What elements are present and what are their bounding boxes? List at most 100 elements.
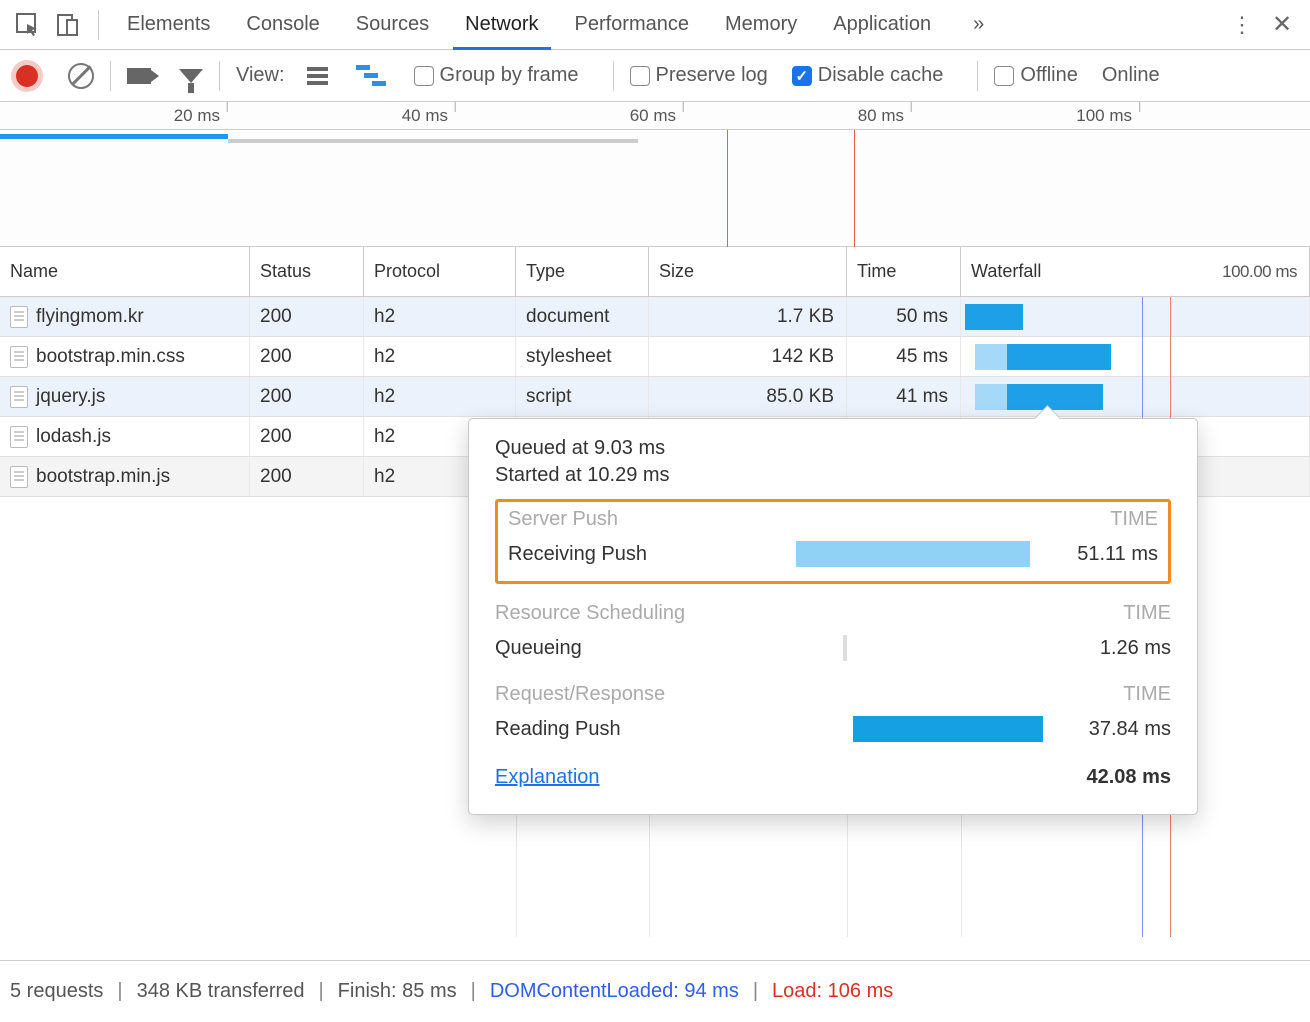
waterfall-view-icon[interactable] (356, 65, 386, 86)
screenshot-icon[interactable] (127, 68, 151, 84)
queueing-label: Queueing (495, 637, 695, 660)
cell-name: bootstrap.min.js (36, 466, 170, 488)
waterfall-bar (975, 384, 1007, 410)
col-waterfall[interactable]: Waterfall 100.00 ms (961, 247, 1310, 296)
cell-protocol: h2 (364, 337, 516, 376)
table-row[interactable]: bootstrap.min.css 200 h2 stylesheet 142 … (0, 337, 1310, 377)
col-size[interactable]: Size (649, 247, 847, 296)
reading-push-bar (853, 716, 1043, 742)
status-bar: 5 requests | 348 KB transferred | Finish… (0, 960, 1310, 1022)
separator (98, 10, 99, 40)
disable-cache-label: Disable cache (818, 64, 944, 87)
queueing-value: 1.26 ms (1051, 637, 1171, 660)
offline-checkbox[interactable]: Offline (994, 64, 1077, 87)
tick: 40 ms (402, 106, 456, 126)
separator (110, 61, 111, 91)
offline-label: Offline (1020, 64, 1077, 87)
table-row[interactable]: flyingmom.kr 200 h2 document 1.7 KB 50 m… (0, 297, 1310, 337)
cell-protocol: h2 (364, 297, 516, 336)
status-requests: 5 requests (10, 980, 103, 1003)
tab-performance[interactable]: Performance (557, 0, 708, 49)
waterfall-bar (975, 344, 1007, 370)
separator (977, 61, 978, 91)
file-icon (10, 466, 28, 488)
cell-name: flyingmom.kr (36, 306, 144, 328)
group-by-frame-checkbox[interactable]: Group by frame (414, 64, 579, 87)
reading-push-value: 37.84 ms (1051, 718, 1171, 741)
tab-memory[interactable]: Memory (707, 0, 815, 49)
tab-sources[interactable]: Sources (338, 0, 447, 49)
cell-size: 1.7 KB (649, 297, 847, 336)
file-icon (10, 386, 28, 408)
overview-activity-bar (0, 134, 228, 139)
online-label[interactable]: Online (1102, 64, 1160, 87)
network-toolbar: View: Group by frame Preserve log Disabl… (0, 50, 1310, 102)
queued-at: Queued at 9.03 ms (495, 437, 1171, 460)
tick: 100 ms (1076, 106, 1140, 126)
tab-console[interactable]: Console (228, 0, 337, 49)
cell-waterfall (961, 337, 1310, 376)
time-header: TIME (1110, 508, 1158, 531)
tab-network[interactable]: Network (447, 0, 556, 49)
devtools-tab-bar: Elements Console Sources Network Perform… (0, 0, 1310, 50)
dcl-marker (727, 130, 728, 247)
waterfall-bar (965, 304, 1023, 330)
tab-more[interactable]: » (955, 0, 1002, 49)
waterfall-max: 100.00 ms (1222, 262, 1297, 282)
clear-icon[interactable] (68, 63, 94, 89)
col-status[interactable]: Status (250, 247, 364, 296)
cell-type: script (516, 377, 649, 416)
col-waterfall-label: Waterfall (971, 261, 1041, 282)
load-marker (854, 130, 855, 247)
table-row[interactable]: jquery.js 200 h2 script 85.0 KB 41 ms (0, 377, 1310, 417)
overview-activity-bar (228, 139, 638, 143)
receiving-push-bar (796, 541, 1030, 567)
col-time[interactable]: Time (847, 247, 961, 296)
timing-popover: Queued at 9.03 ms Started at 10.29 ms Se… (468, 418, 1198, 815)
timeline-ruler: 20 ms 40 ms 60 ms 80 ms 100 ms (0, 102, 1310, 130)
cell-status: 200 (250, 457, 364, 496)
col-type[interactable]: Type (516, 247, 649, 296)
inspect-element-icon[interactable] (8, 5, 48, 45)
separator (219, 61, 220, 91)
group-by-frame-label: Group by frame (440, 64, 579, 87)
close-icon[interactable]: ✕ (1262, 5, 1302, 45)
status-finish: Finish: 85 ms (338, 980, 457, 1003)
device-toolbar-icon[interactable] (48, 5, 88, 45)
col-name[interactable]: Name (0, 247, 250, 296)
cell-time: 50 ms (847, 297, 961, 336)
tab-application[interactable]: Application (815, 0, 949, 49)
tab-elements[interactable]: Elements (109, 0, 228, 49)
waterfall-bar (1007, 384, 1103, 410)
large-rows-icon[interactable] (307, 67, 328, 85)
file-icon (10, 306, 28, 328)
cell-status: 200 (250, 417, 364, 456)
started-at: Started at 10.29 ms (495, 464, 1171, 487)
tick: 80 ms (858, 106, 912, 126)
overview-body (0, 130, 1310, 247)
status-transferred: 348 KB transferred (137, 980, 305, 1003)
tick: 60 ms (630, 106, 684, 126)
record-button[interactable] (16, 65, 38, 87)
preserve-log-checkbox[interactable]: Preserve log (630, 64, 768, 87)
receiving-push-label: Receiving Push (508, 543, 708, 566)
cell-name: jquery.js (36, 386, 105, 408)
table-header: Name Status Protocol Type Size Time Wate… (0, 247, 1310, 297)
total-time: 42.08 ms (1086, 766, 1171, 789)
cell-time: 45 ms (847, 337, 961, 376)
explanation-link[interactable]: Explanation (495, 766, 600, 789)
cell-protocol: h2 (364, 377, 516, 416)
kebab-menu-icon[interactable]: ⋮ (1222, 5, 1262, 45)
cell-type: document (516, 297, 649, 336)
cell-status: 200 (250, 377, 364, 416)
view-label: View: (236, 64, 285, 87)
cell-name: lodash.js (36, 426, 111, 448)
col-protocol[interactable]: Protocol (364, 247, 516, 296)
disable-cache-checkbox[interactable]: Disable cache (792, 64, 944, 87)
reading-push-label: Reading Push (495, 718, 695, 741)
tick: 20 ms (174, 106, 228, 126)
file-icon (10, 346, 28, 368)
cell-waterfall (961, 377, 1310, 416)
timeline-overview[interactable]: 20 ms 40 ms 60 ms 80 ms 100 ms (0, 102, 1310, 247)
filter-icon[interactable] (179, 69, 203, 83)
